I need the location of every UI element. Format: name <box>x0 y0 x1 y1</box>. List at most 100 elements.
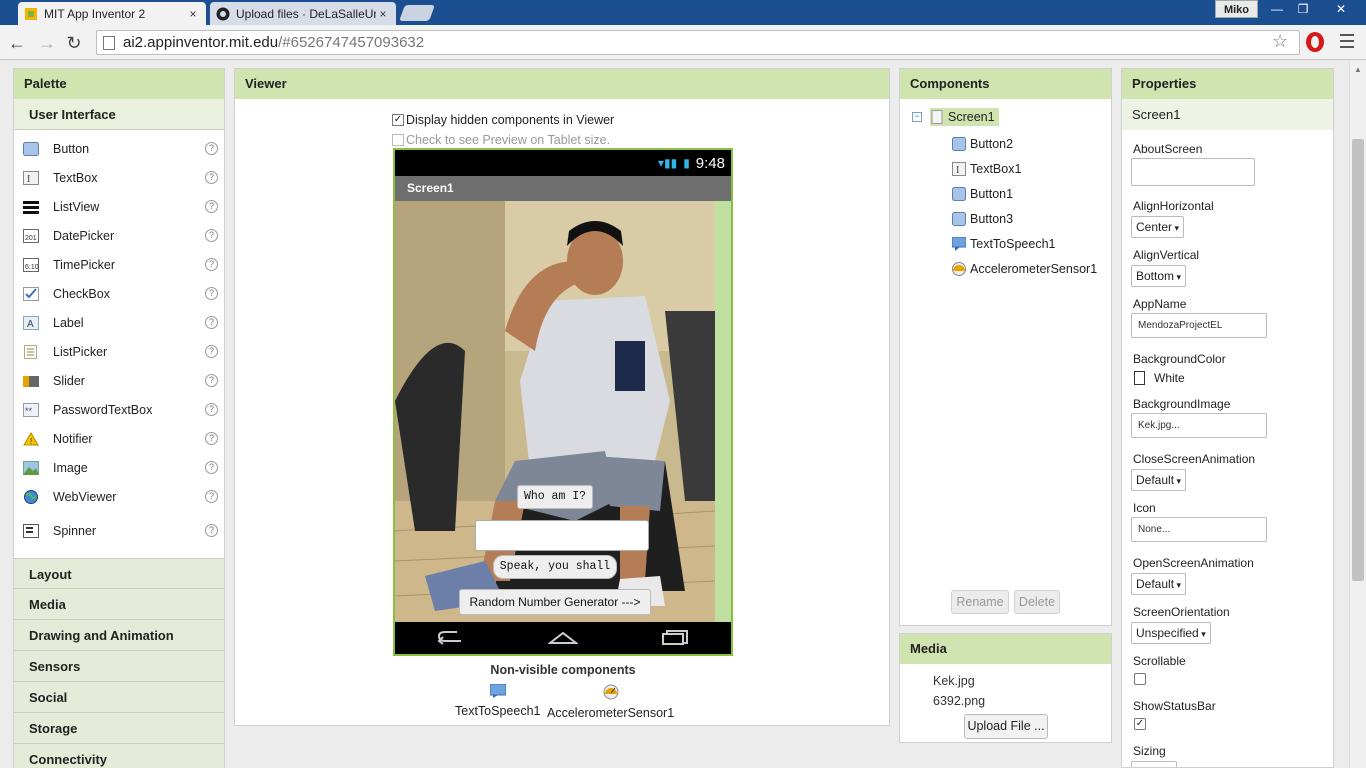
palette-item-spinner[interactable]: Spinner ? <box>14 516 224 545</box>
tree-item-button3[interactable]: Button3 <box>952 212 1013 226</box>
reload-icon[interactable]: ↻ <box>64 33 84 53</box>
profile-button[interactable]: Miko <box>1214 0 1258 18</box>
help-icon[interactable]: ? <box>205 524 218 537</box>
help-icon[interactable]: ? <box>205 403 218 416</box>
tree-item-button2[interactable]: Button2 <box>952 137 1013 151</box>
icon-picker[interactable]: None... <box>1131 517 1267 542</box>
palette-item-slider[interactable]: Slider ? <box>14 366 224 395</box>
tree-item-texttospeech1[interactable]: TextToSpeech1 <box>952 237 1055 251</box>
palette-item-datepicker[interactable]: 201 DatePicker ? <box>14 221 224 250</box>
palette-item-notifier[interactable]: ! Notifier ? <box>14 424 224 453</box>
palette-item-timepicker[interactable]: 6:10 TimePicker ? <box>14 250 224 279</box>
help-icon[interactable]: ? <box>205 345 218 358</box>
category-user-interface[interactable]: User Interface <box>14 99 224 130</box>
minimize-icon[interactable]: — <box>1264 0 1290 18</box>
delete-button[interactable]: Delete <box>1014 590 1060 614</box>
category-connectivity[interactable]: Connectivity <box>14 744 224 768</box>
help-icon[interactable]: ? <box>205 316 218 329</box>
page-scrollbar[interactable]: ▲ <box>1349 61 1366 768</box>
tree-item-textbox1[interactable]: I TextBox1 <box>952 162 1021 176</box>
collapse-tree-icon[interactable]: − <box>912 112 922 122</box>
category-layout[interactable]: Layout <box>14 558 224 589</box>
openscreenanimation-select[interactable]: Default <box>1131 573 1187 595</box>
help-icon[interactable]: ? <box>205 490 218 503</box>
category-storage[interactable]: Storage <box>14 713 224 744</box>
phone-nav-bar <box>395 622 731 654</box>
category-social[interactable]: Social <box>14 682 224 713</box>
help-icon[interactable]: ? <box>205 229 218 242</box>
display-hidden-checkbox-row[interactable]: ✓ Display hidden components in Viewer <box>392 113 614 127</box>
palette-item-label[interactable]: A Label ? <box>14 308 224 337</box>
battery-icon: ▮ <box>683 156 690 170</box>
nonvisible-accelerometer[interactable]: AccelerometerSensor1 <box>547 684 674 720</box>
help-icon[interactable]: ? <box>205 287 218 300</box>
screenorientation-select[interactable]: Unspecified <box>1131 622 1211 644</box>
backgroundimage-picker[interactable]: Kek.jpg... <box>1131 413 1267 438</box>
url-bar[interactable]: ai2.appinventor.mit.edu/#652674745709363… <box>96 30 1300 55</box>
palette-item-button[interactable]: Button ? <box>14 134 224 163</box>
palette-item-listview[interactable]: ListView ? <box>14 192 224 221</box>
speak-button[interactable]: Speak, you shall <box>493 555 617 579</box>
palette-item-image[interactable]: Image ? <box>14 453 224 482</box>
random-number-button[interactable]: Random Number Generator ---> <box>459 589 651 615</box>
display-hidden-checkbox[interactable]: ✓ <box>392 114 404 126</box>
category-drawing-and-animation[interactable]: Drawing and Animation <box>14 620 224 651</box>
tree-item-button1[interactable]: Button1 <box>952 187 1013 201</box>
showstatusbar-checkbox[interactable]: ✓ <box>1134 718 1146 730</box>
address-toolbar: ← → ↻ ai2.appinventor.mit.edu/#652674745… <box>0 25 1366 60</box>
appname-input[interactable]: MendozaProjectEL <box>1131 313 1267 338</box>
tab-close-icon[interactable]: × <box>376 7 390 21</box>
scroll-thumb[interactable] <box>1352 139 1364 581</box>
closescreenanimation-select[interactable]: Default <box>1131 469 1187 491</box>
tree-item-accelerometersensor1[interactable]: AccelerometerSensor1 <box>952 262 1097 276</box>
upload-file-button[interactable]: Upload File ... <box>964 714 1048 739</box>
tablet-preview-checkbox-row[interactable]: Check to see Preview on Tablet size. <box>392 133 610 147</box>
tablet-preview-checkbox[interactable] <box>392 134 404 146</box>
rename-button[interactable]: Rename <box>951 590 1009 614</box>
close-window-icon[interactable]: ✕ <box>1316 0 1366 18</box>
help-icon[interactable]: ? <box>205 200 218 213</box>
restore-icon[interactable]: ❐ <box>1290 0 1316 18</box>
textbox-1[interactable] <box>475 520 649 551</box>
tab-upload-files[interactable]: Upload files · DeLaSalleUn × <box>210 2 396 25</box>
opera-icon[interactable] <box>1306 32 1324 52</box>
back-icon[interactable]: ← <box>7 33 27 53</box>
forward-icon[interactable]: → <box>37 33 57 53</box>
scrollable-checkbox[interactable] <box>1134 673 1146 685</box>
url-host: ai2.appinventor.mit.edu <box>123 34 279 51</box>
browser-menu-icon[interactable] <box>1340 34 1354 52</box>
help-icon[interactable]: ? <box>205 142 218 155</box>
nonvisible-tts[interactable]: TextToSpeech1 <box>455 683 540 718</box>
category-sensors[interactable]: Sensors <box>14 651 224 682</box>
palette-item-passwordtextbox[interactable]: ** PasswordTextBox ? <box>14 395 224 424</box>
bookmark-star-icon[interactable]: ☆ <box>1272 31 1288 52</box>
aboutscreen-textarea[interactable] <box>1131 158 1255 186</box>
prop-label-scrollable: Scrollable <box>1133 654 1186 668</box>
help-icon[interactable]: ? <box>205 258 218 271</box>
backgroundcolor-picker[interactable]: White <box>1134 371 1185 385</box>
scroll-up-icon[interactable]: ▲ <box>1354 65 1362 74</box>
category-media[interactable]: Media <box>14 589 224 620</box>
palette-item-webviewer[interactable]: WebViewer ? <box>14 482 224 511</box>
media-file-kek[interactable]: Kek.jpg <box>933 674 975 688</box>
help-icon[interactable]: ? <box>205 461 218 474</box>
passwordtextbox-icon: ** <box>23 402 39 417</box>
sizing-select[interactable] <box>1131 761 1177 767</box>
new-tab-button[interactable] <box>399 5 435 21</box>
alignhorizontal-select[interactable]: Center <box>1131 216 1185 238</box>
palette-item-listpicker[interactable]: ListPicker ? <box>14 337 224 366</box>
alignvertical-select[interactable]: Bottom <box>1131 265 1187 287</box>
svg-text:!: ! <box>30 437 32 446</box>
tab-app-inventor[interactable]: MIT App Inventor 2 × <box>18 2 206 25</box>
accelerometer-icon <box>547 684 674 703</box>
who-am-i-button[interactable]: Who am I? <box>517 485 593 509</box>
help-icon[interactable]: ? <box>205 432 218 445</box>
palette-item-checkbox[interactable]: CheckBox ? <box>14 279 224 308</box>
tab-close-icon[interactable]: × <box>186 7 200 21</box>
help-icon[interactable]: ? <box>205 171 218 184</box>
tree-item-screen1[interactable]: Screen1 <box>930 108 999 126</box>
media-file-6392[interactable]: 6392.png <box>933 694 985 708</box>
help-icon[interactable]: ? <box>205 374 218 387</box>
screen-canvas[interactable]: Who am I? Speak, you shall Random Number… <box>395 201 731 622</box>
palette-item-textbox[interactable]: I TextBox ? <box>14 163 224 192</box>
